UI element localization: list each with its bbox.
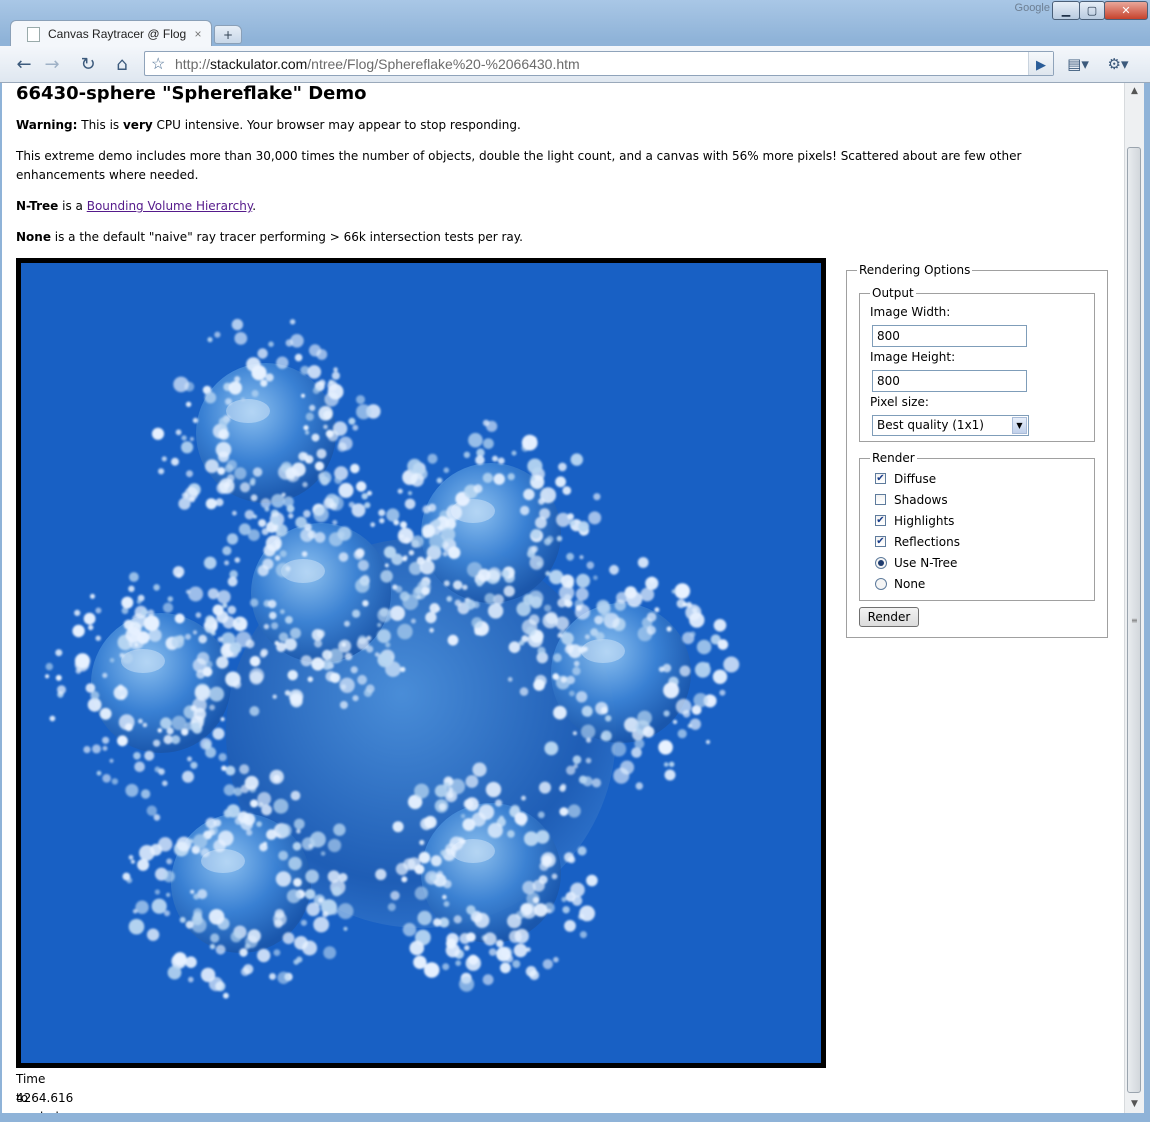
- chevron-down-icon[interactable]: ▼: [1012, 417, 1027, 434]
- shadows-checkbox[interactable]: [875, 494, 886, 505]
- shadows-label: Shadows: [894, 493, 948, 507]
- image-height-label: Image Height:: [870, 350, 956, 364]
- browser-tab[interactable]: Canvas Raytracer @ Flog ×: [10, 20, 212, 47]
- scroll-thumb[interactable]: ≡: [1127, 147, 1141, 1093]
- home-icon[interactable]: ⌂: [110, 52, 134, 76]
- wrench-menu-icon[interactable]: ⚙▾: [1106, 52, 1130, 76]
- page-title: 66430-sphere "Sphereflake" Demo: [16, 83, 367, 104]
- url-text: http://stackulator.com/ntree/Flog/Sphere…: [175, 56, 580, 72]
- highlights-checkbox[interactable]: ✔: [875, 515, 886, 526]
- close-icon[interactable]: ✕: [1104, 1, 1148, 20]
- pixel-size-select[interactable]: Best quality (1x1) ▼: [872, 415, 1029, 436]
- window-brand-label: Google: [1014, 2, 1050, 14]
- diffuse-checkbox[interactable]: ✔: [875, 473, 886, 484]
- image-width-input[interactable]: [872, 325, 1027, 347]
- tab-title: Canvas Raytracer @ Flog: [48, 27, 187, 41]
- new-tab-button[interactable]: +: [214, 25, 242, 44]
- pixel-size-label: Pixel size:: [870, 395, 929, 409]
- output-legend: Output: [872, 286, 914, 300]
- render-time-value: 4264.616 seconds: [16, 1091, 74, 1113]
- address-bar[interactable]: ☆ http://stackulator.com/ntree/Flog/Sphe…: [144, 51, 1054, 76]
- render-canvas: [16, 258, 826, 1068]
- warning-paragraph: Warning: This is very CPU intensive. You…: [16, 118, 521, 132]
- reload-icon[interactable]: ↻: [76, 52, 100, 76]
- bookmark-star-icon[interactable]: ☆: [151, 52, 165, 77]
- browser-toolbar: ← → ↻ ⌂ ☆ http://stackulator.com/ntree/F…: [0, 46, 1150, 83]
- reflections-checkbox[interactable]: ✔: [875, 536, 886, 547]
- go-icon[interactable]: ▶: [1028, 52, 1053, 75]
- pixel-size-value: Best quality (1x1): [877, 418, 984, 432]
- render-button[interactable]: Render: [859, 607, 919, 627]
- vertical-scrollbar[interactable]: ▲ ≡ ▼: [1124, 83, 1144, 1113]
- ntree-paragraph: N-Tree is a Bounding Volume Hierarchy.: [16, 199, 257, 213]
- use-ntree-radio[interactable]: [875, 557, 887, 569]
- forward-icon[interactable]: →: [40, 52, 64, 76]
- description-paragraph: This extreme demo includes more than 30,…: [16, 149, 1022, 182]
- minimize-icon[interactable]: ▁: [1052, 1, 1080, 20]
- diffuse-label: Diffuse: [894, 472, 937, 486]
- use-ntree-label: Use N-Tree: [894, 556, 958, 570]
- browser-window: Google ▁ ▢ ✕ Canvas Raytracer @ Flog × +…: [0, 0, 1150, 1122]
- image-width-label: Image Width:: [870, 305, 951, 319]
- page-icon: [27, 26, 40, 42]
- tab-close-icon[interactable]: ×: [191, 27, 205, 41]
- page-menu-icon[interactable]: ▤▾: [1066, 52, 1090, 76]
- back-icon[interactable]: ←: [12, 52, 36, 76]
- sphereflake-image: [21, 263, 821, 1063]
- none-radio[interactable]: [875, 578, 887, 590]
- highlights-label: Highlights: [894, 514, 955, 528]
- none-paragraph: None is a the default "naive" ray tracer…: [16, 230, 523, 244]
- render-legend: Render: [872, 451, 915, 465]
- none-label: None: [894, 577, 926, 591]
- bvh-link[interactable]: Bounding Volume Hierarchy: [87, 199, 253, 213]
- scroll-up-icon[interactable]: ▲: [1125, 83, 1144, 100]
- rendering-options-legend: Rendering Options: [859, 263, 971, 277]
- image-height-input[interactable]: [872, 370, 1027, 392]
- reflections-label: Reflections: [894, 535, 960, 549]
- scroll-down-icon[interactable]: ▼: [1125, 1096, 1144, 1113]
- maximize-icon[interactable]: ▢: [1079, 1, 1105, 20]
- page-content: 66430-sphere "Sphereflake" Demo Warning:…: [2, 83, 1124, 1113]
